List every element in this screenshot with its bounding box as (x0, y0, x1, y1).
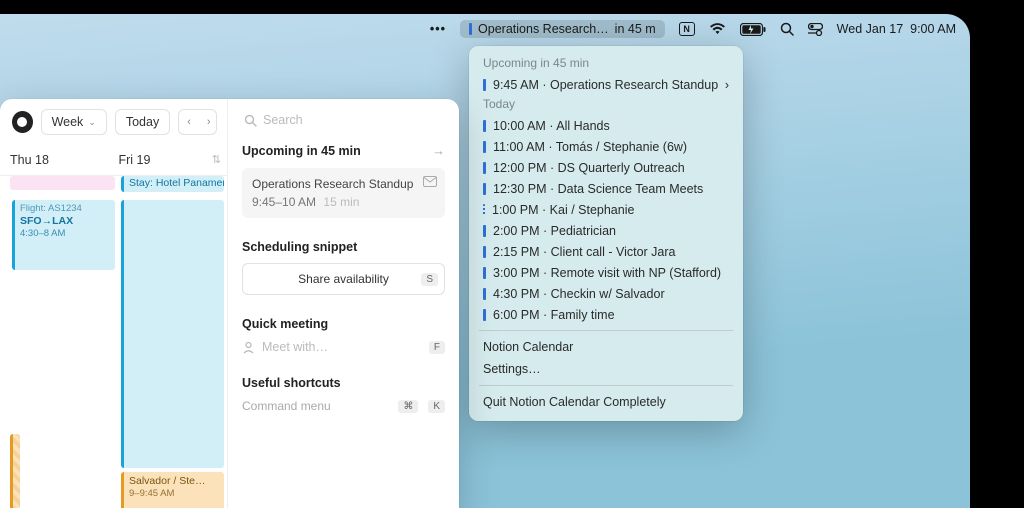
view-selector[interactable]: Week ⌄ (41, 109, 107, 135)
event-label: 6:00 PM · Family time (493, 308, 615, 322)
dropdown-event-row[interactable]: 3:00 PM · Remote visit with NP (Stafford… (469, 262, 743, 283)
dropdown-today-head: Today (469, 95, 743, 115)
quick-meeting-head: Quick meeting (242, 317, 445, 331)
card-time: 9:45–10 AM (252, 195, 316, 209)
spotlight-icon[interactable] (780, 22, 794, 36)
dropdown-event-row[interactable]: 11:00 AM · Tomás / Stephanie (6w) (469, 136, 743, 157)
menubar: ••• Operations Research… in 45 m N Wed J… (430, 20, 956, 38)
shortcut-label: Command menu (242, 399, 331, 413)
menubar-date[interactable]: Wed Jan 17 9:00 AM (837, 22, 956, 36)
event-color-bar (483, 162, 486, 174)
event-color-bar (483, 120, 486, 132)
prev-button[interactable]: ‹ (179, 110, 199, 134)
dropdown-event-row[interactable]: 4:30 PM · Checkin w/ Salvador (469, 283, 743, 304)
event-label: 12:30 PM · Data Science Team Meets (493, 182, 703, 196)
quit-app[interactable]: Quit Notion Calendar Completely (469, 391, 743, 413)
keycap: S (421, 273, 438, 286)
event-label: 2:00 PM · Pediatrician (493, 224, 616, 238)
upcoming-card[interactable]: Operations Research Standup 9:45–10 AM 1… (242, 168, 445, 218)
pill-title: Operations Research… (478, 22, 609, 36)
event-color-bar (483, 288, 486, 300)
event-label: 4:30 PM · Checkin w/ Salvador (493, 287, 665, 301)
search-field[interactable]: Search (242, 113, 445, 143)
dropdown-event-row[interactable]: 10:00 AM · All Hands (469, 115, 743, 136)
keycap: F (429, 341, 445, 354)
event-stay[interactable]: Stay: Hotel Panamer (121, 176, 224, 192)
dropdown-event-row[interactable]: 2:15 PM · Client call - Victor Jara (469, 241, 743, 262)
today-button[interactable]: Today (115, 109, 170, 135)
calendar-window: Week ⌄ Today ‹ › Thu 18 Fri 19 ⇅ (0, 99, 459, 508)
card-duration: 15 min (323, 195, 359, 209)
arrow-right-icon[interactable]: → (432, 143, 445, 158)
pill-time: in 45 m (615, 22, 656, 36)
search-icon (244, 114, 257, 127)
event-color-bar (483, 246, 486, 258)
meet-with-field[interactable]: Meet with… F (242, 340, 445, 354)
open-settings[interactable]: Settings… (469, 358, 743, 380)
next-event-pill[interactable]: Operations Research… in 45 m (460, 20, 665, 38)
share-availability-button[interactable]: Share availability S (242, 263, 445, 295)
chevron-down-icon: ⌄ (88, 117, 96, 128)
dropdown-event-row[interactable]: 12:00 PM · DS Quarterly Outreach (469, 157, 743, 178)
battery-icon[interactable] (740, 23, 766, 36)
shortcuts-head: Useful shortcuts (242, 376, 445, 390)
event-salvador[interactable]: Salvador / Ste… 9–9:45 AM (121, 472, 224, 508)
dropdown-event-row[interactable]: 1:00 PM · Kai / Stephanie (469, 199, 743, 220)
event-label: 11:00 AM · Tomás / Stephanie (6w) (493, 140, 687, 154)
keycap: ⌘ (398, 400, 418, 413)
control-center-icon[interactable] (808, 23, 823, 36)
next-button[interactable]: › (199, 110, 217, 134)
dropdown-upcoming-head: Upcoming in 45 min (469, 54, 743, 74)
mail-icon[interactable] (423, 176, 437, 190)
dropdown-event-row[interactable]: 6:00 PM · Family time (469, 304, 743, 325)
snippet-head: Scheduling snippet (242, 240, 445, 254)
search-placeholder: Search (263, 113, 303, 127)
event-flight[interactable]: Flight: AS1234 SFO→LAX 4:30–8 AM (12, 200, 115, 270)
event-label: 12:00 PM · DS Quarterly Outreach (493, 161, 685, 175)
event-color-bar (483, 309, 486, 321)
chevron-right-icon: › (725, 78, 729, 92)
dropdown-event-row[interactable]: 2:00 PM · Pediatrician (469, 220, 743, 241)
sync-icon: ⇅ (212, 153, 221, 166)
nav-arrows: ‹ › (178, 109, 217, 135)
card-title: Operations Research Standup (252, 177, 435, 191)
meet-placeholder: Meet with… (262, 340, 328, 354)
calendar-grid[interactable]: Flight: AS1234 SFO→LAX 4:30–8 AM Operati… (0, 176, 227, 508)
menubar-dropdown: Upcoming in 45 min 9:45 AM · Operations … (469, 46, 743, 421)
event-label: 2:15 PM · Client call - Victor Jara (493, 245, 675, 259)
event-color-bar (469, 23, 472, 35)
person-icon (242, 341, 255, 354)
upcoming-head: Upcoming in 45 min (242, 144, 361, 158)
event-color-bar (483, 267, 486, 279)
event-label: 10:00 AM · All Hands (493, 119, 610, 133)
event-label: 3:00 PM · Remote visit with NP (Stafford… (493, 266, 721, 280)
day-header-fri[interactable]: Fri 19 ⇅ (119, 145, 228, 175)
open-notion-calendar[interactable]: Notion Calendar (469, 336, 743, 358)
event-color-bar (483, 183, 486, 195)
dropdown-upcoming-event[interactable]: 9:45 AM · Operations Research Standup › (469, 74, 743, 95)
notion-app-icon[interactable]: N (679, 22, 695, 36)
event-color-bar (483, 204, 485, 216)
wifi-icon[interactable] (709, 23, 726, 35)
event-striped[interactable] (10, 434, 20, 508)
keycap: K (428, 400, 445, 413)
day-header-thu[interactable]: Thu 18 (10, 145, 119, 175)
event-color-bar (483, 79, 486, 91)
event-color-bar (483, 141, 486, 153)
shortcut-row: Command menu ⌘ K (242, 399, 445, 413)
event-label: 1:00 PM · Kai / Stephanie (492, 203, 634, 217)
avatar[interactable] (12, 111, 33, 133)
event-color-bar (483, 225, 486, 237)
menu-extras-icon[interactable]: ••• (430, 22, 446, 36)
calendar-toolbar: Week ⌄ Today ‹ › (0, 99, 227, 145)
dropdown-event-row[interactable]: 12:30 PM · Data Science Team Meets (469, 178, 743, 199)
event-block[interactable] (121, 200, 224, 468)
